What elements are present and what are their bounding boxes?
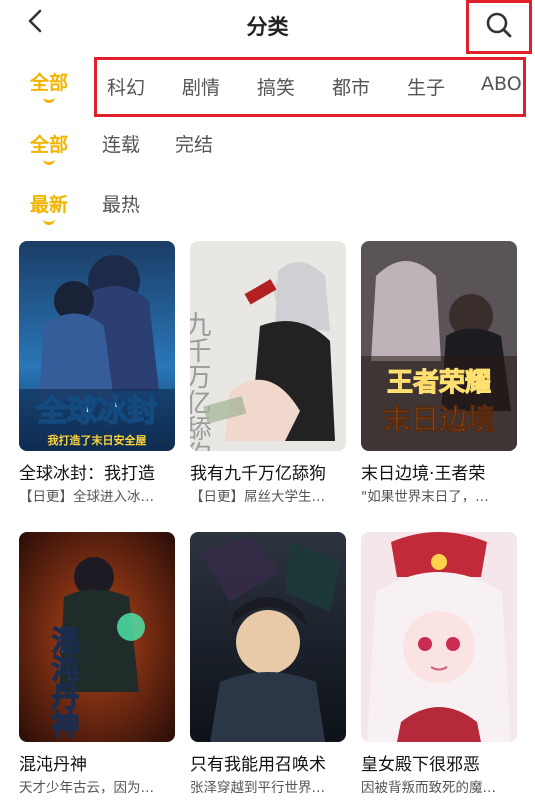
- genre-tab[interactable]: 剧情: [182, 73, 220, 100]
- search-button[interactable]: [466, 0, 532, 54]
- status-tab-serializing[interactable]: 连载: [102, 130, 140, 157]
- comic-description: "如果世界末日了，…: [361, 489, 489, 505]
- genre-tab[interactable]: 科幻: [107, 73, 145, 100]
- cover-title-text: 九千万亿舔狗金: [190, 311, 211, 451]
- page-title: 分类: [246, 15, 289, 39]
- sort-newest-tab[interactable]: 最新: [30, 190, 68, 225]
- status-tab-completed[interactable]: 完结: [175, 130, 213, 157]
- comic-title[interactable]: 只有我能用召唤术: [190, 750, 350, 775]
- genre-tab[interactable]: 都市: [332, 73, 370, 100]
- search-icon: [484, 10, 514, 44]
- comic-cover[interactable]: 全球冰封 我打造了末日安全屋: [19, 241, 175, 451]
- cover-title-text: 全球冰封: [36, 394, 157, 429]
- comic-description: 张泽穿越到平行世界…: [190, 780, 325, 796]
- status-all-tab[interactable]: 全部: [30, 130, 68, 165]
- cover-title-text: 混沌丹神: [48, 626, 81, 738]
- comic-description: 天才少年古云，因为…: [19, 780, 154, 796]
- back-button[interactable]: [20, 8, 50, 38]
- comic-description: 因被背叛而致死的魔…: [361, 780, 496, 796]
- comic-cover[interactable]: 王者荣耀 末日边境: [361, 241, 517, 451]
- genre-tab[interactable]: 生子: [407, 73, 445, 100]
- comic-title[interactable]: 皇女殿下很邪恶: [361, 750, 521, 775]
- comic-description: 【日更】全球进入冰…: [19, 489, 154, 505]
- status-filter-row: 全部 连载 完结: [0, 122, 535, 166]
- comic-cover[interactable]: 九千万亿舔狗金: [190, 241, 346, 451]
- genre-tab[interactable]: 搞笑: [257, 73, 295, 100]
- comic-title[interactable]: 全球冰封：我打造: [19, 459, 179, 484]
- comic-cover[interactable]: [190, 532, 346, 742]
- chevron-left-icon: [26, 8, 44, 38]
- cover-subtitle-text: 末日边境: [383, 403, 495, 436]
- genre-all-tab[interactable]: 全部: [30, 68, 68, 103]
- comic-title[interactable]: 我有九千万亿舔狗: [190, 459, 350, 484]
- genre-tab[interactable]: ABO: [481, 73, 522, 95]
- genre-tabs-highlight: 科幻 剧情 搞笑 都市 生子 ABO: [94, 57, 526, 117]
- sort-filter-row: 最新 最热: [0, 182, 535, 226]
- comic-cover[interactable]: 混沌丹神: [19, 532, 175, 742]
- header-bar: 分类: [0, 0, 535, 54]
- comic-cover[interactable]: [361, 532, 517, 742]
- comic-title[interactable]: 混沌丹神: [19, 750, 179, 775]
- sort-hottest-tab[interactable]: 最热: [102, 190, 140, 217]
- cover-subtitle-text: 我打造了末日安全屋: [48, 433, 147, 447]
- cover-title-text: 王者荣耀: [387, 368, 491, 398]
- comic-title[interactable]: 末日边境·王者荣: [361, 459, 521, 484]
- comic-description: 【日更】屌丝大学生…: [190, 489, 325, 505]
